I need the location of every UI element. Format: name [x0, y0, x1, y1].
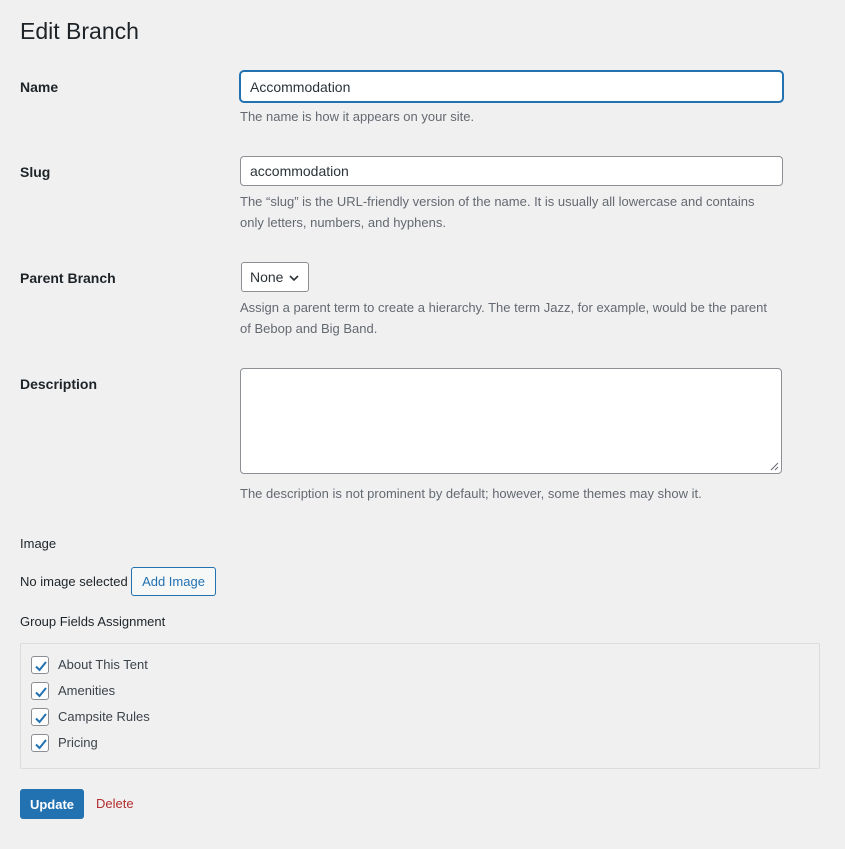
checkbox-label: About This Tent: [58, 657, 148, 672]
checkbox-about-this-tent[interactable]: [31, 656, 49, 674]
parent-branch-selected-value: None: [250, 269, 284, 285]
image-status: No image selected: [20, 574, 128, 589]
group-fields-label: Group Fields Assignment: [20, 614, 166, 629]
description-label: Description: [20, 376, 98, 392]
checkbox-row-about-this-tent[interactable]: About This Tent: [31, 656, 148, 674]
parent-branch-label: Parent Branch: [20, 270, 116, 286]
checkmark-icon: [35, 739, 47, 750]
description-help: The description is not prominent by defa…: [240, 486, 702, 501]
checkbox-label: Campsite Rules: [58, 709, 150, 724]
description-textarea[interactable]: [240, 368, 782, 474]
checkbox-campsite-rules[interactable]: [31, 708, 49, 726]
parent-branch-select[interactable]: None: [241, 262, 309, 292]
chevron-down-icon: [289, 275, 299, 282]
checkmark-icon: [35, 713, 47, 724]
name-input[interactable]: [240, 71, 783, 102]
checkbox-pricing[interactable]: [31, 734, 49, 752]
name-help: The name is how it appears on your site.: [240, 109, 475, 124]
page-title: Edit Branch: [20, 18, 139, 44]
add-image-button[interactable]: Add Image: [131, 567, 216, 596]
name-label: Name: [20, 79, 59, 95]
checkbox-row-amenities[interactable]: Amenities: [31, 682, 115, 700]
image-label: Image: [20, 536, 57, 551]
checkbox-row-campsite-rules[interactable]: Campsite Rules: [31, 708, 150, 726]
resize-grip-icon[interactable]: [770, 462, 779, 471]
checkbox-label: Amenities: [58, 683, 116, 698]
update-button[interactable]: Update: [20, 789, 84, 819]
parent-branch-help: Assign a parent term to create a hierarc…: [240, 300, 768, 336]
checkbox-row-pricing[interactable]: Pricing: [31, 734, 98, 752]
checkmark-icon: [35, 661, 47, 672]
checkbox-label: Pricing: [58, 735, 98, 750]
checkbox-amenities[interactable]: [31, 682, 49, 700]
delete-link[interactable]: Delete: [96, 796, 134, 812]
slug-label: Slug: [20, 164, 51, 180]
slug-help: The “slug” is the URL-friendly version o…: [240, 194, 755, 230]
slug-input[interactable]: [240, 156, 783, 186]
checkmark-icon: [35, 687, 47, 698]
